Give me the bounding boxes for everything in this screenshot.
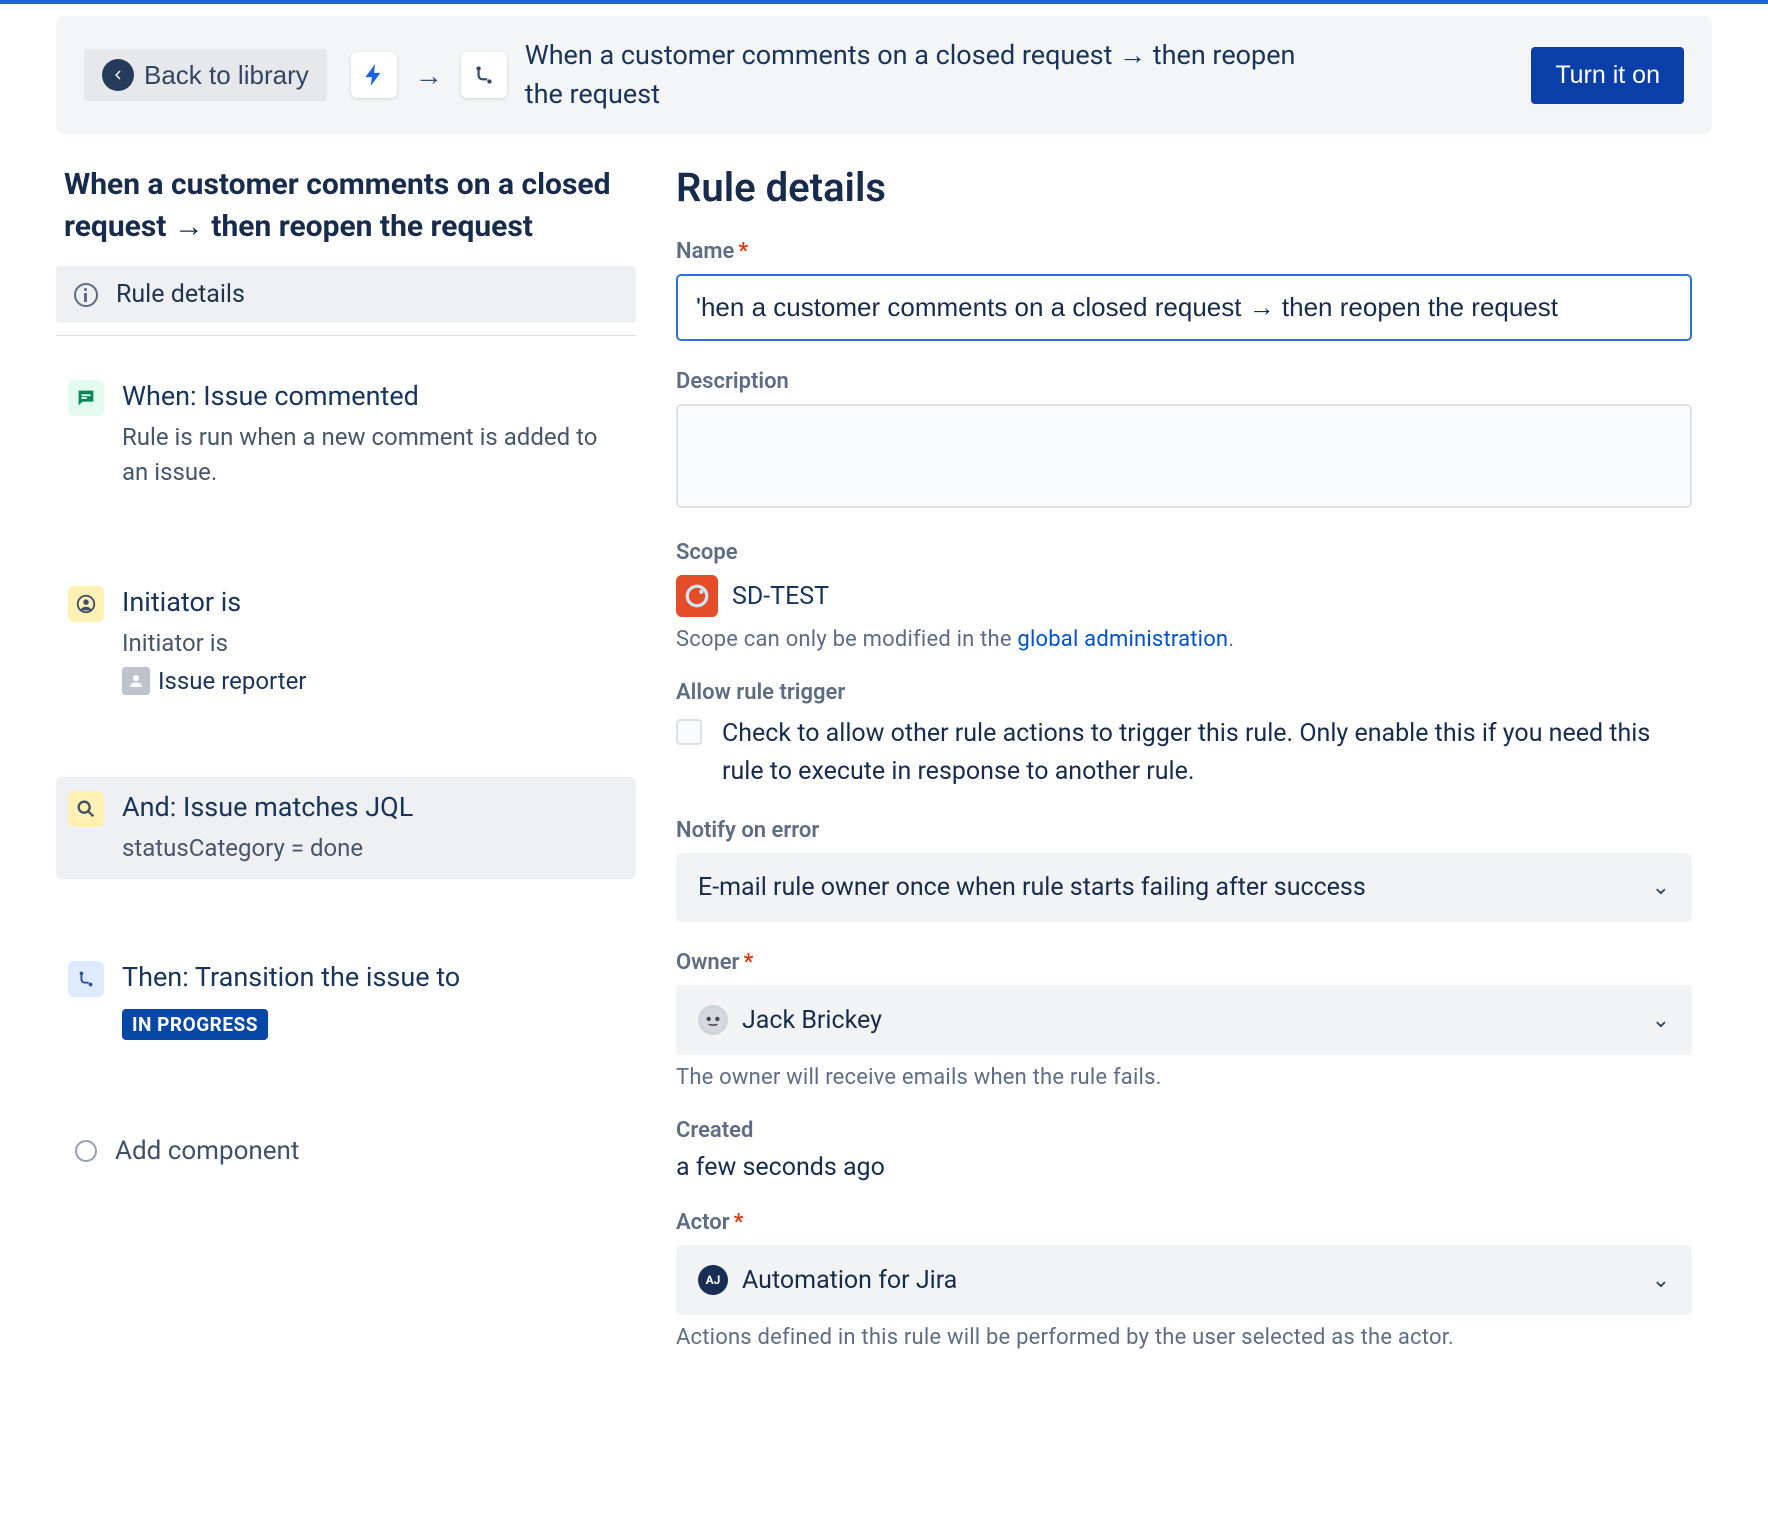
comment-icon [68, 380, 104, 416]
scope-project-name: SD-TEST [732, 582, 829, 611]
name-input[interactable] [676, 274, 1692, 341]
step-action-transition[interactable]: Then: Transition the issue to IN PROGRES… [56, 947, 636, 1054]
name-label: Name* [676, 239, 1692, 264]
description-label: Description [676, 369, 1692, 394]
step-trigger-sub: Rule is run when a new comment is added … [122, 420, 624, 490]
rule-steps-sidebar: When a customer comments on a closed req… [56, 164, 636, 1350]
step-condition-jql[interactable]: And: Issue matches JQL statusCategory = … [56, 777, 636, 880]
step-cond1-sub: Initiator is [122, 626, 306, 661]
step-action-heading: Then: Transition the issue to [122, 961, 460, 993]
turn-it-on-button[interactable]: Turn it on [1531, 47, 1684, 104]
step-cond1-heading: Initiator is [122, 586, 306, 618]
scope-label: Scope [676, 540, 1692, 565]
global-admin-link[interactable]: global administration [1017, 627, 1228, 652]
empty-circle-icon [75, 1140, 97, 1162]
chevron-down-icon: ⌄ [1652, 1268, 1670, 1293]
notify-select[interactable]: E-mail rule owner once when rule starts … [676, 853, 1692, 922]
owner-helper: The owner will receive emails when the r… [676, 1065, 1692, 1090]
allow-trigger-text: Check to allow other rule actions to tri… [722, 715, 1692, 790]
step-add-heading: Add component [115, 1136, 299, 1166]
notify-value: E-mail rule owner once when rule starts … [698, 873, 1366, 902]
divider [56, 335, 636, 336]
step-condition-initiator[interactable]: Initiator is Initiator is Issue reporter [56, 572, 636, 709]
step-cond2-heading: And: Issue matches JQL [122, 791, 413, 823]
project-icon [676, 575, 718, 617]
actor-avatar-icon: AJ [698, 1265, 728, 1295]
arrow-right-icon: → [415, 59, 443, 92]
back-label: Back to library [144, 60, 309, 91]
rule-details-label: Rule details [116, 280, 245, 309]
allow-trigger-label: Allow rule trigger [676, 680, 1692, 705]
created-label: Created [676, 1118, 1692, 1143]
allow-trigger-checkbox[interactable] [676, 719, 702, 745]
header-rule-summary: When a customer comments on a closed req… [525, 36, 1305, 114]
arrow-left-circle-icon [102, 59, 134, 91]
owner-avatar-icon [698, 1005, 728, 1035]
owner-value: Jack Brickey [742, 1006, 882, 1035]
step-trigger[interactable]: When: Issue commented Rule is run when a… [56, 366, 636, 504]
scope-helper: Scope can only be modified in the global… [676, 627, 1692, 652]
owner-select[interactable]: Jack Brickey ⌄ [676, 985, 1692, 1055]
person-lock-icon [68, 586, 104, 622]
step-cond2-sub: statusCategory = done [122, 831, 413, 866]
actor-select[interactable]: AJ Automation for Jira ⌄ [676, 1245, 1692, 1315]
created-value: a few seconds ago [676, 1153, 1692, 1182]
section-title: Rule details [676, 164, 1692, 211]
step-trigger-heading: When: Issue commented [122, 380, 624, 412]
search-icon [68, 791, 104, 827]
actor-label: Actor* [676, 1210, 1692, 1235]
bolt-icon [351, 52, 397, 98]
actor-value: Automation for Jira [742, 1266, 957, 1295]
chevron-down-icon: ⌄ [1652, 875, 1670, 900]
branch-icon [68, 961, 104, 997]
header-bar: Back to library → When a customer commen… [56, 16, 1712, 134]
info-icon [74, 283, 98, 307]
actor-helper: Actions defined in this rule will be per… [676, 1325, 1692, 1350]
notify-label: Notify on error [676, 818, 1692, 843]
reporter-avatar-icon [122, 667, 150, 695]
step-add-component[interactable]: Add component [56, 1122, 636, 1188]
chevron-down-icon: ⌄ [1652, 1008, 1670, 1033]
owner-label: Owner* [676, 950, 1692, 975]
rule-title: When a customer comments on a closed req… [56, 164, 636, 248]
rule-details-panel: Rule details Name* Description Scope SD-… [676, 164, 1712, 1350]
sidebar-rule-details[interactable]: Rule details [56, 266, 636, 323]
description-input[interactable] [676, 404, 1692, 508]
branch-icon [461, 52, 507, 98]
status-pill: IN PROGRESS [122, 1009, 268, 1040]
back-to-library-button[interactable]: Back to library [84, 49, 327, 101]
step-cond1-reporter: Issue reporter [158, 667, 306, 695]
